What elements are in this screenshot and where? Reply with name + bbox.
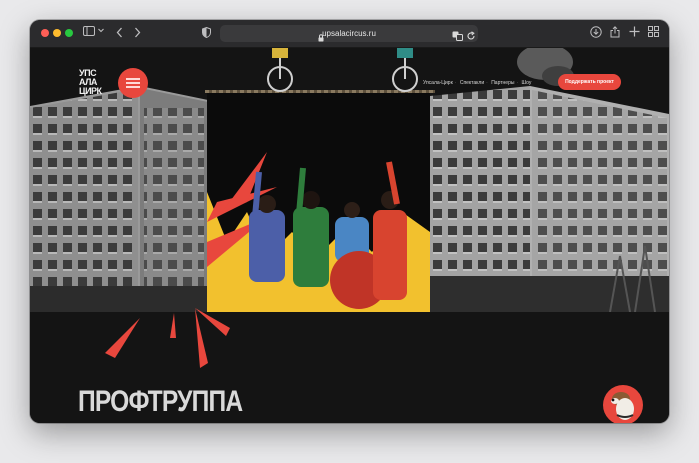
reload-icon[interactable] <box>466 28 476 46</box>
performers-image <box>207 92 430 312</box>
support-project-button[interactable]: Поддержать проект <box>558 74 621 90</box>
chevron-down-icon[interactable] <box>98 28 104 33</box>
unicycle-right-image <box>392 48 418 92</box>
performer-green-suit <box>293 167 329 287</box>
close-window-button[interactable] <box>41 29 49 37</box>
new-tab-icon[interactable] <box>629 26 640 37</box>
nav-link-show[interactable]: Шоу <box>522 80 532 86</box>
logo-line: ЦИРК <box>79 86 102 96</box>
menu-button[interactable] <box>118 68 148 98</box>
minimize-window-button[interactable] <box>53 29 61 37</box>
download-icon[interactable] <box>590 26 602 38</box>
forward-icon[interactable] <box>134 27 141 38</box>
translate-icon[interactable] <box>452 28 463 46</box>
performer-red-suit <box>373 161 407 300</box>
dog-avatar[interactable] <box>603 385 643 423</box>
nav-link-partners[interactable]: Партнеры <box>491 80 514 86</box>
zoom-window-button[interactable] <box>65 29 73 37</box>
site-logo[interactable]: УПС АЛА ЦИРК <box>79 69 113 99</box>
main-nav: Упсала-Цирк · Спектакли · Партнеры · Шоу <box>423 80 532 86</box>
tab-overview-icon[interactable] <box>648 26 659 37</box>
shield-icon[interactable] <box>202 27 211 38</box>
apartment-building-left-image <box>30 86 208 312</box>
performer-blue-suit <box>249 171 285 282</box>
sidebar-icon[interactable] <box>83 26 95 36</box>
browser-window: upsalacircus.ru УПС АЛА ЦИРК Упсала-Цирк… <box>30 20 669 423</box>
page-heading: ПРОФТРУППА <box>78 385 243 418</box>
nav-link-shows[interactable]: Спектакли <box>460 80 484 86</box>
share-icon[interactable] <box>610 26 620 38</box>
browser-toolbar: upsalacircus.ru <box>30 20 669 48</box>
unicycle-left-image <box>267 48 293 92</box>
back-icon[interactable] <box>116 27 123 38</box>
hamburger-icon <box>126 78 140 80</box>
spike-decoration <box>105 308 230 368</box>
web-page: УПС АЛА ЦИРК Упсала-Цирк · Спектакли · Пар… <box>30 48 669 423</box>
url-text: upsalacircus.ru <box>322 29 376 38</box>
address-bar[interactable]: upsalacircus.ru <box>220 25 478 42</box>
nav-link-upsala[interactable]: Упсала-Цирк <box>423 80 453 86</box>
apartment-building-right-image <box>430 86 669 312</box>
